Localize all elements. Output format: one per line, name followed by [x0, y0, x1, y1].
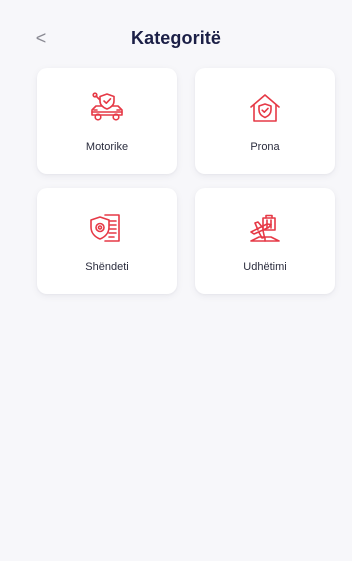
category-label: Shëndeti	[85, 261, 129, 273]
category-label: Motorike	[85, 141, 129, 153]
category-card-prona[interactable]: Prona	[195, 68, 335, 174]
house-shield-icon	[245, 88, 285, 128]
health-document-icon	[87, 208, 127, 248]
category-label: Udhëtimi	[243, 261, 287, 273]
header: < Kategoritë	[0, 0, 352, 70]
category-grid: Motorike Prona Shëndeti Udhëtimi	[37, 68, 335, 294]
airplane-suitcase-icon	[245, 208, 285, 248]
category-label: Prona	[250, 141, 280, 153]
categories-screen: < Kategoritë Motorike Prona Shëndeti Udh…	[0, 0, 352, 561]
category-card-udhetimi[interactable]: Udhëtimi	[195, 188, 335, 294]
page-title: Kategoritë	[130, 28, 221, 48]
category-card-shendeti[interactable]: Shëndeti	[37, 188, 177, 294]
bottom-fade	[0, 521, 352, 561]
car-shield-icon	[87, 88, 127, 128]
category-card-motorike[interactable]: Motorike	[37, 68, 177, 174]
